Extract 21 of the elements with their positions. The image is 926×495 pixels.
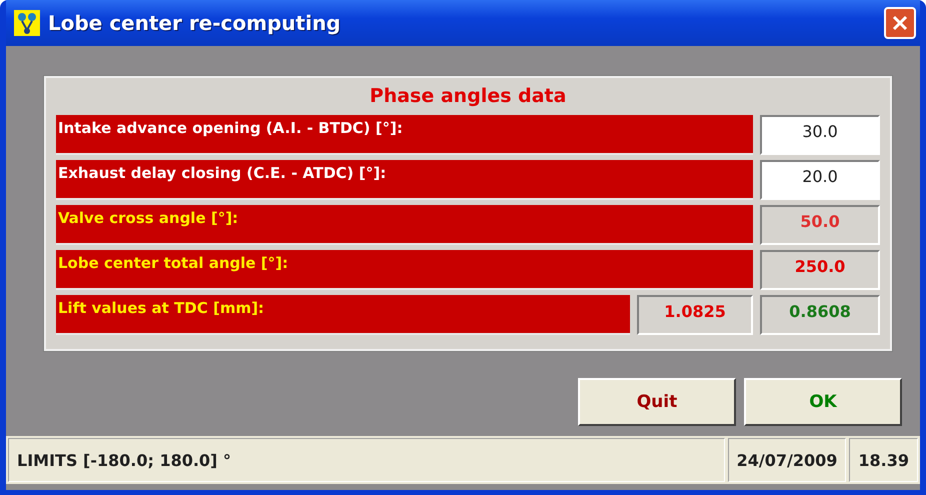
field-label: Lobe center total angle [°]:: [56, 250, 753, 290]
close-button[interactable]: [884, 7, 916, 39]
close-icon: [891, 14, 909, 32]
field-label: Intake advance opening (A.I. - BTDC) [°]:: [56, 115, 753, 155]
input-field[interactable]: 20.0: [760, 160, 880, 200]
window-title: Lobe center re-computing: [48, 11, 342, 35]
ok-button[interactable]: OK: [744, 378, 902, 426]
field-label: Lift values at TDC [mm]:: [56, 295, 630, 335]
status-text: 18.39: [849, 438, 918, 482]
value-field: 250.0: [760, 250, 880, 290]
app-icon: [14, 10, 40, 36]
value-field: 1.0825: [637, 295, 753, 335]
input-field[interactable]: 30.0: [760, 115, 880, 155]
quit-button[interactable]: Quit: [578, 378, 736, 426]
field-label: Valve cross angle [°]:: [56, 205, 753, 245]
status-text: LIMITS [-180.0; 180.0] °: [8, 438, 725, 482]
value-field: 0.8608: [760, 295, 880, 335]
status-text: 24/07/2009: [728, 438, 846, 482]
panel-title: Phase angles data: [368, 84, 568, 109]
field-label: Exhaust delay closing (C.E. - ATDC) [°]:: [56, 160, 753, 200]
value-field: 50.0: [760, 205, 880, 245]
